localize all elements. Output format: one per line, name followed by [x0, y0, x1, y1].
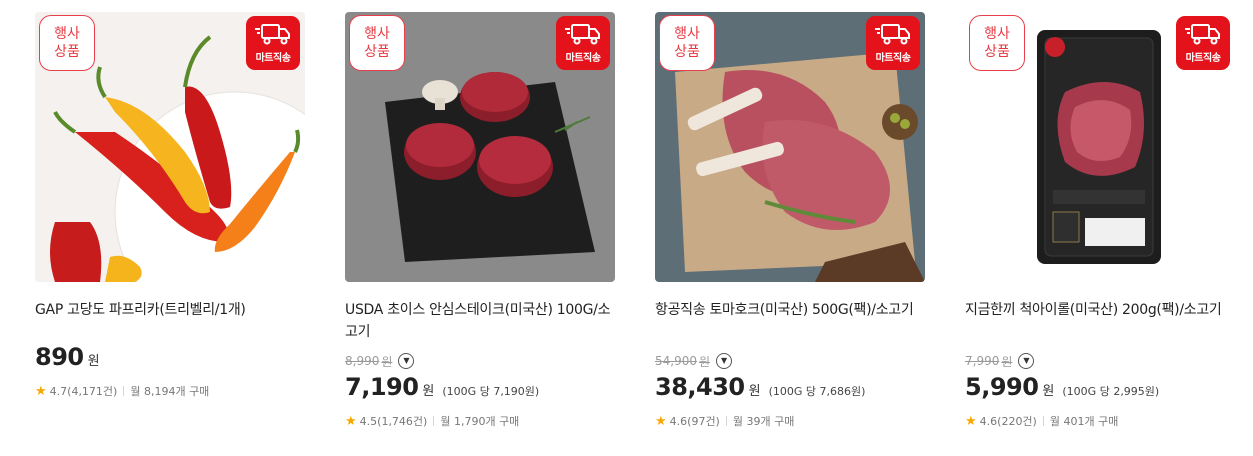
- monthly-purchases: 월 401개 구매: [1049, 415, 1119, 428]
- review-meta: ★ 4.5(1,746건) 월 1,790개 구매: [345, 413, 615, 429]
- product-image[interactable]: 행사 상품 마트직송: [345, 12, 615, 282]
- product-title[interactable]: USDA 초이스 안심스테이크(미국산) 100G/소고기: [345, 299, 615, 343]
- divider: [123, 386, 125, 396]
- event-badge-line2: 상품: [984, 44, 1010, 60]
- sale-price: 7,190: [345, 373, 419, 401]
- event-badge-line2: 상품: [54, 44, 80, 60]
- event-badge: 행사 상품: [659, 15, 715, 71]
- truck-icon: [255, 24, 290, 45]
- currency: 원: [422, 384, 435, 399]
- product-title[interactable]: 지금한끼 척아이롤(미국산) 200g(팩)/소고기: [965, 299, 1235, 343]
- chevron-down-icon[interactable]: ▼: [1018, 353, 1035, 369]
- event-badge-line1: 행사: [984, 26, 1010, 42]
- review-meta: ★ 4.6(97건) 월 39개 구매: [655, 413, 925, 429]
- price-row: 38,430 원 (100G 당 7,686원): [655, 373, 925, 405]
- product-title[interactable]: GAP 고당도 파프리카(트리벨리/1개): [35, 299, 305, 321]
- currency: 원: [1042, 384, 1055, 399]
- sale-price: 890: [35, 343, 84, 371]
- mart-delivery-badge: 마트직송: [556, 16, 610, 70]
- original-price-row: 7,990 원 ▼: [965, 351, 1235, 371]
- rating: 4.7(4,171건): [49, 385, 118, 398]
- divider: [725, 416, 727, 426]
- mart-delivery-badge: 마트직송: [1176, 16, 1230, 70]
- original-price-row: 8,990 원 ▼: [345, 351, 615, 371]
- mart-badge-label: 마트직송: [565, 53, 601, 64]
- currency: 원: [87, 354, 100, 369]
- event-badge: 행사 상품: [969, 15, 1025, 71]
- mart-delivery-badge: 마트직송: [866, 16, 920, 70]
- product-card[interactable]: 행사 상품 마트직송 항공직송 토마호크(미국산) 500G(팩)/소고기 54…: [655, 12, 925, 429]
- sale-price: 38,430: [655, 373, 745, 401]
- original-currency: 원: [1001, 354, 1013, 369]
- price-row: 5,990 원 (100G 당 2,995원): [965, 373, 1235, 405]
- event-badge-line2: 상품: [674, 44, 700, 60]
- price-row: 7,190 원 (100G 당 7,190원): [345, 373, 615, 405]
- monthly-purchases: 월 1,790개 구매: [440, 415, 520, 428]
- original-currency: 원: [381, 354, 393, 369]
- event-badge-line1: 행사: [54, 26, 80, 42]
- divider: [1042, 416, 1044, 426]
- monthly-purchases: 월 39개 구매: [732, 415, 795, 428]
- event-badge: 행사 상품: [39, 15, 95, 71]
- original-price: 7,990: [965, 354, 1000, 368]
- original-price-row: 54,900 원 ▼: [655, 351, 925, 371]
- review-meta: ★ 4.6(220건) 월 401개 구매: [965, 413, 1235, 429]
- rating: 4.6(220건): [979, 415, 1037, 428]
- product-card[interactable]: 행사 상품 마트직송 GAP 고당도 파프리카(트리벨리/1개) 890 원 ★…: [35, 12, 305, 399]
- star-icon: ★: [965, 413, 977, 429]
- monthly-purchases: 월 8,194개 구매: [130, 385, 210, 398]
- chevron-down-icon[interactable]: ▼: [398, 353, 415, 369]
- star-icon: ★: [345, 413, 357, 429]
- unit-price: (100G 당 7,686원): [768, 385, 866, 398]
- product-card[interactable]: 행사 상품 마트직송 지금한끼 척아이롤(미국산) 200g(팩)/소고기 7,…: [965, 12, 1235, 429]
- event-badge-line1: 행사: [364, 26, 390, 42]
- product-card[interactable]: 행사 상품 마트직송 USDA 초이스 안심스테이크(미국산) 100G/소고기…: [345, 12, 615, 429]
- star-icon: ★: [35, 383, 47, 399]
- star-icon: ★: [655, 413, 667, 429]
- product-title[interactable]: 항공직송 토마호크(미국산) 500G(팩)/소고기: [655, 299, 925, 343]
- original-currency: 원: [699, 354, 711, 369]
- event-badge-line1: 행사: [674, 26, 700, 42]
- divider: [433, 416, 435, 426]
- sale-price: 5,990: [965, 373, 1039, 401]
- mart-badge-label: 마트직송: [875, 53, 911, 64]
- rating: 4.6(97건): [669, 415, 720, 428]
- original-price: 8,990: [345, 354, 380, 368]
- rating: 4.5(1,746건): [359, 415, 428, 428]
- unit-price: (100G 당 7,190원): [442, 385, 540, 398]
- event-badge-line2: 상품: [364, 44, 390, 60]
- unit-price: (100G 당 2,995원): [1062, 385, 1160, 398]
- truck-icon: [565, 24, 600, 45]
- mart-delivery-badge: 마트직송: [246, 16, 300, 70]
- original-price: 54,900: [655, 354, 697, 368]
- mart-badge-label: 마트직송: [255, 53, 291, 64]
- product-image[interactable]: 행사 상품 마트직송: [655, 12, 925, 282]
- event-badge: 행사 상품: [349, 15, 405, 71]
- truck-icon: [875, 24, 910, 45]
- chevron-down-icon[interactable]: ▼: [716, 353, 733, 369]
- truck-icon: [1185, 24, 1220, 45]
- review-meta: ★ 4.7(4,171건) 월 8,194개 구매: [35, 383, 305, 399]
- product-image[interactable]: 행사 상품 마트직송: [965, 12, 1235, 282]
- currency: 원: [748, 384, 761, 399]
- product-image[interactable]: 행사 상품 마트직송: [35, 12, 305, 282]
- mart-badge-label: 마트직송: [1185, 53, 1221, 64]
- price-row: 890 원: [35, 343, 305, 375]
